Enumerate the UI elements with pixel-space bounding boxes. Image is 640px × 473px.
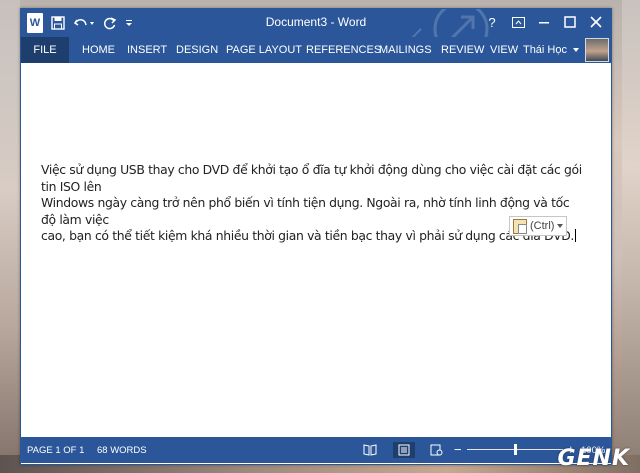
word-window: W Document3 - Word ? FILE HOME INSERT DE… (20, 8, 612, 465)
word-count[interactable]: 68 WORDS (97, 445, 147, 456)
tab-design[interactable]: DESIGN (176, 37, 218, 63)
paste-options-button[interactable]: (Ctrl) (509, 216, 568, 236)
tab-mailings[interactable]: MAILINGS (379, 37, 432, 63)
zoom-slider-thumb[interactable] (513, 444, 517, 455)
paragraph-line: Việc sử dụng USB thay cho DVD để khởi tạ… (41, 162, 582, 194)
read-mode-icon[interactable] (362, 442, 378, 458)
genk-watermark: GENK (557, 446, 630, 471)
desktop-background-right (622, 0, 640, 473)
ribbon-tab-bar: FILE HOME INSERT DESIGN PAGE LAYOUT REFE… (21, 37, 611, 63)
minimize-icon[interactable] (533, 11, 555, 33)
web-layout-icon[interactable] (428, 442, 444, 458)
page-count[interactable]: PAGE 1 OF 1 (27, 445, 84, 456)
ribbon-display-icon[interactable] (507, 11, 529, 33)
tab-page-layout[interactable]: PAGE LAYOUT (226, 37, 302, 63)
window-controls: ? (481, 11, 607, 33)
document-body[interactable]: Việc sử dụng USB thay cho DVD để khởi tạ… (41, 162, 586, 245)
tab-references[interactable]: REFERENCES (306, 37, 381, 63)
title-bar[interactable]: W Document3 - Word ? (21, 9, 611, 37)
desktop-background-left (0, 0, 20, 473)
user-account[interactable]: Thái Học (523, 38, 609, 62)
close-icon[interactable] (585, 11, 607, 33)
tab-insert[interactable]: INSERT (127, 37, 167, 63)
paragraph-line: Windows ngày càng trở nên phổ biến vì tí… (41, 195, 570, 227)
maximize-icon[interactable] (559, 11, 581, 33)
text-cursor (575, 229, 576, 242)
tab-home[interactable]: HOME (82, 37, 115, 63)
status-bar: PAGE 1 OF 1 68 WORDS − + 100% (21, 437, 611, 463)
avatar (585, 38, 609, 62)
document-page[interactable]: Việc sử dụng USB thay cho DVD để khởi tạ… (21, 63, 611, 446)
tab-view[interactable]: VIEW (490, 37, 518, 63)
clipboard-icon (513, 218, 527, 234)
zoom-out-button[interactable]: − (454, 442, 462, 457)
chevron-down-icon (573, 48, 579, 52)
help-button[interactable]: ? (481, 11, 503, 33)
chevron-down-icon (557, 223, 564, 228)
paste-options-label: (Ctrl) (530, 220, 555, 232)
tab-file[interactable]: FILE (21, 37, 69, 63)
paragraph-line: cao, bạn có thể tiết kiệm khá nhiều thời… (41, 228, 576, 243)
print-layout-icon[interactable] (393, 442, 415, 458)
tab-review[interactable]: REVIEW (441, 37, 484, 63)
zoom-slider[interactable] (467, 444, 563, 455)
user-name: Thái Học (522, 44, 567, 56)
